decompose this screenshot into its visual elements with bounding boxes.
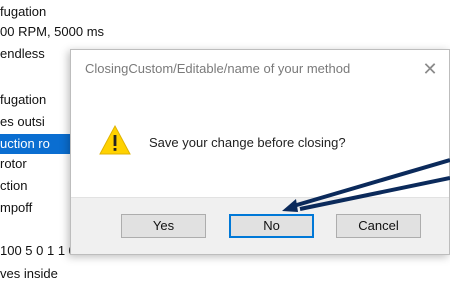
list-item: fugation xyxy=(0,92,47,107)
list-item: 00 RPM, 5000 ms xyxy=(0,24,105,39)
yes-button[interactable]: Yes xyxy=(121,214,206,238)
list-item: mpoff xyxy=(0,200,33,215)
close-icon[interactable]: ✕ xyxy=(419,58,441,80)
list-item: rotor xyxy=(0,156,27,171)
list-item: ction xyxy=(0,178,28,193)
list-item: fugation xyxy=(0,4,47,19)
dialog-content: Save your change before closing? xyxy=(71,90,449,200)
no-button[interactable]: No xyxy=(229,214,314,238)
dialog-titlebar: ClosingCustom/Editable/name of your meth… xyxy=(71,50,449,90)
list-item: ves inside xyxy=(0,266,58,281)
dialog-message: Save your change before closing? xyxy=(149,135,346,150)
list-item-selected[interactable]: uction ro xyxy=(0,134,72,154)
list-item: es outsi xyxy=(0,114,45,129)
dialog-title: ClosingCustom/Editable/name of your meth… xyxy=(85,61,351,76)
cancel-button[interactable]: Cancel xyxy=(336,214,421,238)
dialog-button-bar: Yes No Cancel xyxy=(71,197,449,254)
warning-icon xyxy=(99,124,131,155)
list-item: endless xyxy=(0,46,45,61)
save-changes-dialog: ClosingCustom/Editable/name of your meth… xyxy=(70,49,450,255)
